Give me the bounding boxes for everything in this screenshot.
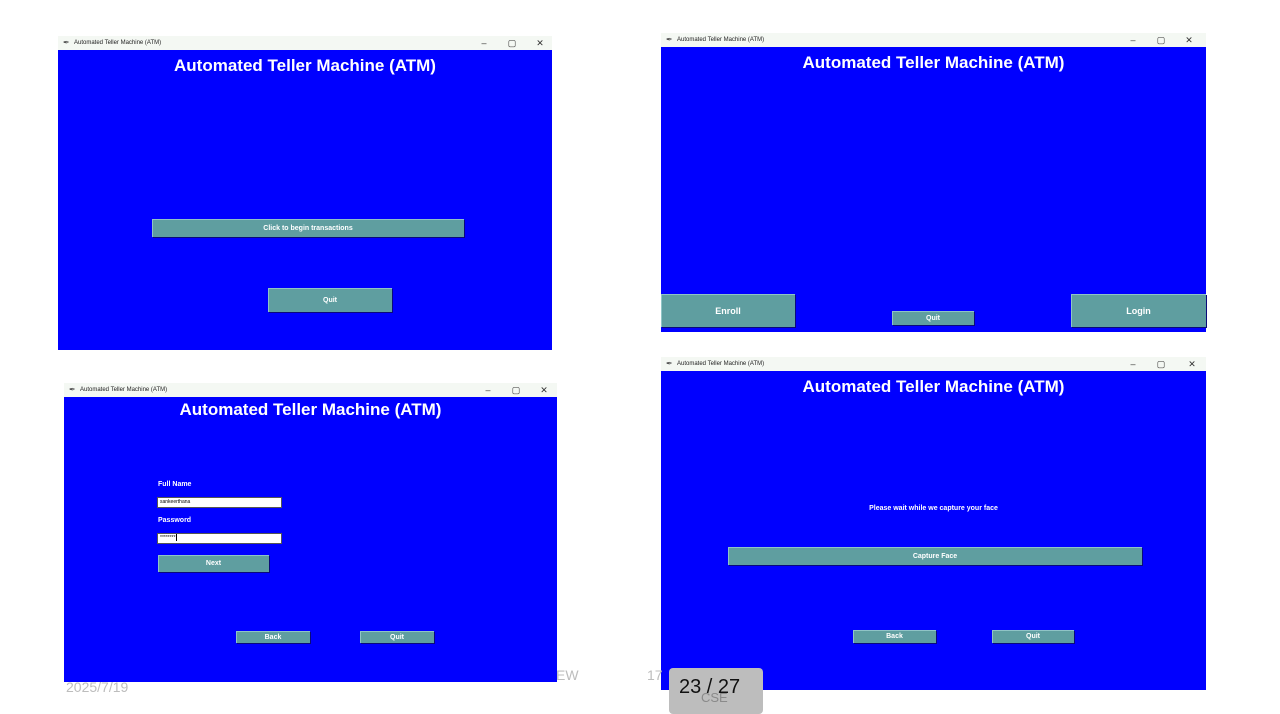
feather-icon: ✒ [666,35,673,44]
title-bar[interactable]: ✒ Automated Teller Machine (ATM) – ▢ ✕ [64,383,557,397]
quit-button[interactable]: Quit [268,288,392,312]
app-heading: Automated Teller Machine (ATM) [802,377,1065,396]
login-button[interactable]: Login [1071,294,1206,327]
maximize-icon[interactable]: ▢ [1147,357,1175,371]
slide-page-indicator: CSE 23 / 27 [669,668,763,714]
quit-button[interactable]: Quit [992,630,1074,643]
app-heading: Automated Teller Machine (ATM) [174,56,436,75]
feather-icon: ✒ [666,359,673,368]
full-name-label: Full Name [158,481,192,488]
window-client-area: Automated Teller Machine (ATM) Click to … [58,50,552,350]
title-bar[interactable]: ✒ Automated Teller Machine (ATM) – ▢ ✕ [661,357,1206,371]
close-icon[interactable]: ✕ [1178,357,1206,371]
text-caret [175,534,177,542]
slide-date: 2025/7/19 [66,679,129,695]
title-bar[interactable]: ✒ Automated Teller Machine (ATM) – ▢ ✕ [661,33,1206,47]
password-input[interactable]: ******** [157,533,282,544]
back-button[interactable]: Back [853,630,936,643]
back-button[interactable]: Back [236,631,310,643]
maximize-icon[interactable]: ▢ [1147,33,1175,47]
window-title: Automated Teller Machine (ATM) [677,37,765,43]
window-client-area: Automated Teller Machine (ATM) Please wa… [661,371,1206,690]
minimize-icon[interactable]: – [1119,357,1147,371]
atm-window-login: ✒ Automated Teller Machine (ATM) – ▢ ✕ A… [64,383,557,682]
title-bar[interactable]: ✒ Automated Teller Machine (ATM) – ▢ ✕ [58,36,552,50]
window-title: Automated Teller Machine (ATM) [74,40,162,46]
slide-footer-fragment-ew: EW [556,667,579,683]
full-name-input[interactable]: sankeerthana [157,497,282,508]
minimize-icon[interactable]: – [474,383,502,397]
password-label: Password [158,517,192,524]
window-title: Automated Teller Machine (ATM) [677,361,765,367]
password-value: ******** [160,535,176,541]
quit-button[interactable]: Quit [892,311,974,325]
capture-face-button[interactable]: Capture Face [728,547,1142,565]
atm-window-welcome: ✒ Automated Teller Machine (ATM) – ▢ ✕ A… [58,36,552,350]
window-title: Automated Teller Machine (ATM) [80,387,168,393]
capture-status-message: Please wait while we capture your face [869,505,998,512]
maximize-icon[interactable]: ▢ [498,36,526,50]
feather-icon: ✒ [69,385,76,394]
window-client-area: Automated Teller Machine (ATM) Enroll Qu… [661,47,1206,332]
slide-footer-fragment-17: 17 [647,667,663,683]
enroll-button[interactable]: Enroll [661,294,795,327]
next-button[interactable]: Next [158,555,269,572]
app-heading: Automated Teller Machine (ATM) [802,53,1065,72]
window-client-area: Automated Teller Machine (ATM) Full Name… [64,397,557,682]
quit-button[interactable]: Quit [360,631,434,643]
atm-window-capture: ✒ Automated Teller Machine (ATM) – ▢ ✕ A… [661,357,1206,690]
atm-window-choice: ✒ Automated Teller Machine (ATM) – ▢ ✕ A… [661,33,1206,332]
close-icon[interactable]: ✕ [530,383,558,397]
close-icon[interactable]: ✕ [526,36,554,50]
app-heading: Automated Teller Machine (ATM) [179,400,442,419]
feather-icon: ✒ [63,38,70,47]
close-icon[interactable]: ✕ [1175,33,1203,47]
minimize-icon[interactable]: – [1119,33,1147,47]
page-number: 23 / 27 [679,676,741,698]
minimize-icon[interactable]: – [470,36,498,50]
maximize-icon[interactable]: ▢ [502,383,530,397]
begin-transactions-button[interactable]: Click to begin transactions [152,219,464,237]
